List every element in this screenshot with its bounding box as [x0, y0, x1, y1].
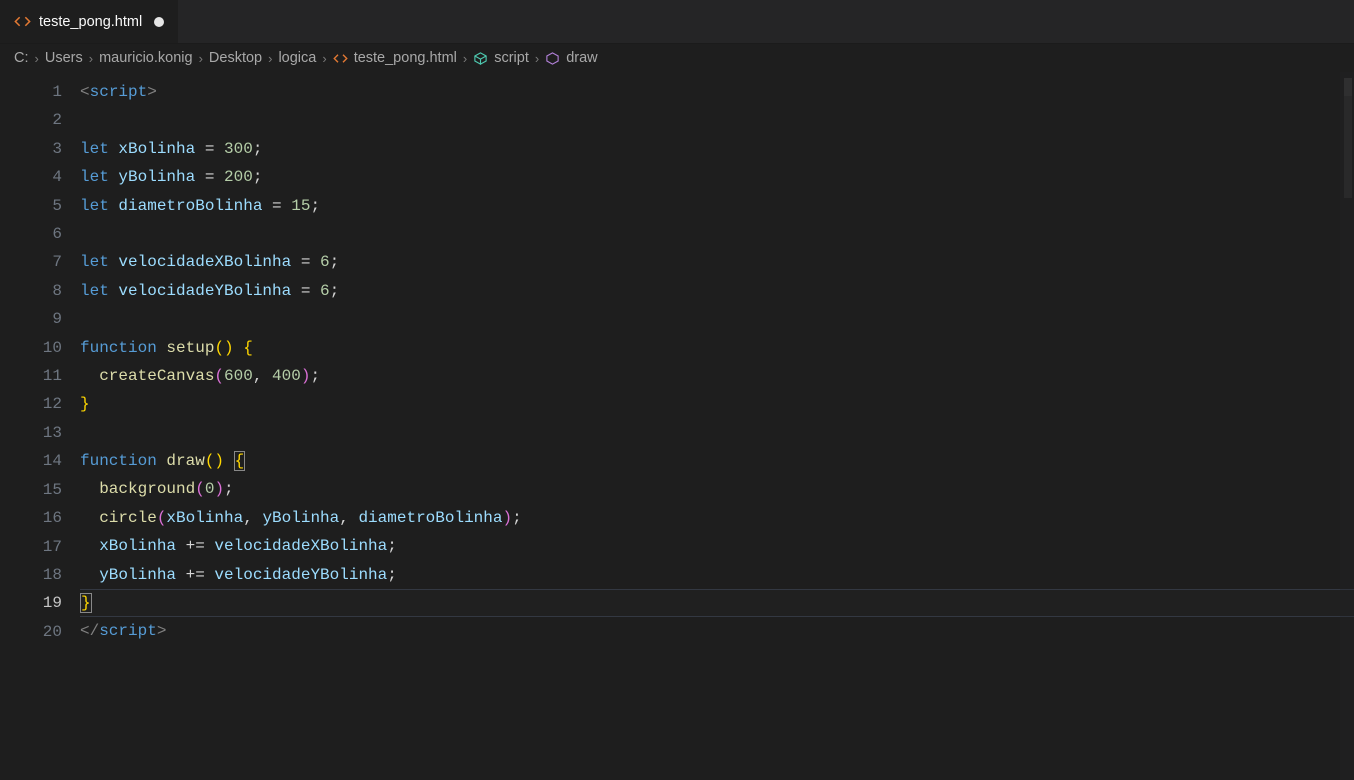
chevron-right-icon: › — [199, 51, 203, 66]
code-line[interactable]: let velocidadeXBolinha = 6; — [80, 248, 1354, 276]
crumb-desktop[interactable]: Desktop — [209, 50, 262, 66]
line-number: 2 — [0, 106, 62, 134]
line-number: 3 — [0, 135, 62, 163]
code-line[interactable]: xBolinha += velocidadeXBolinha; — [80, 532, 1354, 560]
line-number: 15 — [0, 476, 62, 504]
tab-label: teste_pong.html — [39, 14, 142, 30]
code-line[interactable]: circle(xBolinha, yBolinha, diametroBolin… — [80, 504, 1354, 532]
code-editor[interactable]: 1234567891011121314151617181920 <script>… — [0, 72, 1354, 780]
tab-teste-pong[interactable]: teste_pong.html — [0, 0, 179, 43]
line-number: 12 — [0, 390, 62, 418]
crumb-user[interactable]: mauricio.konig — [99, 50, 193, 66]
line-number-gutter: 1234567891011121314151617181920 — [0, 72, 80, 780]
tab-bar: teste_pong.html — [0, 0, 1354, 44]
crumb-draw[interactable]: draw — [566, 50, 597, 66]
symbol-function-icon — [545, 51, 560, 66]
code-line[interactable] — [80, 419, 1354, 447]
html-file-icon — [14, 13, 31, 30]
symbol-module-icon — [473, 51, 488, 66]
line-number: 19 — [0, 589, 62, 617]
chevron-right-icon: › — [322, 51, 326, 66]
line-number: 14 — [0, 447, 62, 475]
code-line[interactable]: </script> — [80, 617, 1354, 645]
editor-window: teste_pong.html C: › Users › mauricio.ko… — [0, 0, 1354, 780]
line-number: 13 — [0, 419, 62, 447]
line-number: 4 — [0, 163, 62, 191]
minimap[interactable] — [1340, 72, 1354, 780]
code-line[interactable]: let velocidadeYBolinha = 6; — [80, 277, 1354, 305]
line-number: 1 — [0, 78, 62, 106]
line-number: 20 — [0, 618, 62, 646]
code-line[interactable]: let diametroBolinha = 15; — [80, 192, 1354, 220]
line-number: 10 — [0, 334, 62, 362]
line-number: 5 — [0, 192, 62, 220]
minimap-viewport[interactable] — [1344, 78, 1352, 198]
crumb-script[interactable]: script — [494, 50, 529, 66]
code-line[interactable]: createCanvas(600, 400); — [80, 362, 1354, 390]
crumb-file[interactable]: teste_pong.html — [354, 50, 457, 66]
code-line[interactable]: function setup() { — [80, 334, 1354, 362]
code-line[interactable]: let xBolinha = 300; — [80, 135, 1354, 163]
line-number: 8 — [0, 277, 62, 305]
code-line[interactable] — [80, 220, 1354, 248]
code-line[interactable] — [80, 106, 1354, 134]
code-line[interactable]: yBolinha += velocidadeYBolinha; — [80, 561, 1354, 589]
code-line[interactable]: } — [80, 589, 1354, 617]
line-number: 18 — [0, 561, 62, 589]
crumb-drive[interactable]: C: — [14, 50, 29, 66]
code-line[interactable]: function draw() { — [80, 447, 1354, 475]
chevron-right-icon: › — [35, 51, 39, 66]
breadcrumb[interactable]: C: › Users › mauricio.konig › Desktop › … — [0, 44, 1354, 72]
line-number: 11 — [0, 362, 62, 390]
code-line[interactable]: let yBolinha = 200; — [80, 163, 1354, 191]
code-area[interactable]: <script> let xBolinha = 300;let yBolinha … — [80, 72, 1354, 780]
code-line[interactable]: <script> — [80, 78, 1354, 106]
code-line[interactable]: } — [80, 390, 1354, 418]
unsaved-indicator-icon — [154, 17, 164, 27]
chevron-right-icon: › — [535, 51, 539, 66]
crumb-logica[interactable]: logica — [278, 50, 316, 66]
line-number: 17 — [0, 533, 62, 561]
html-file-icon — [333, 51, 348, 66]
chevron-right-icon: › — [268, 51, 272, 66]
line-number: 6 — [0, 220, 62, 248]
chevron-right-icon: › — [463, 51, 467, 66]
line-number: 9 — [0, 305, 62, 333]
code-line[interactable]: background(0); — [80, 475, 1354, 503]
line-number: 16 — [0, 504, 62, 532]
code-line[interactable] — [80, 305, 1354, 333]
chevron-right-icon: › — [89, 51, 93, 66]
crumb-users[interactable]: Users — [45, 50, 83, 66]
line-number: 7 — [0, 248, 62, 276]
